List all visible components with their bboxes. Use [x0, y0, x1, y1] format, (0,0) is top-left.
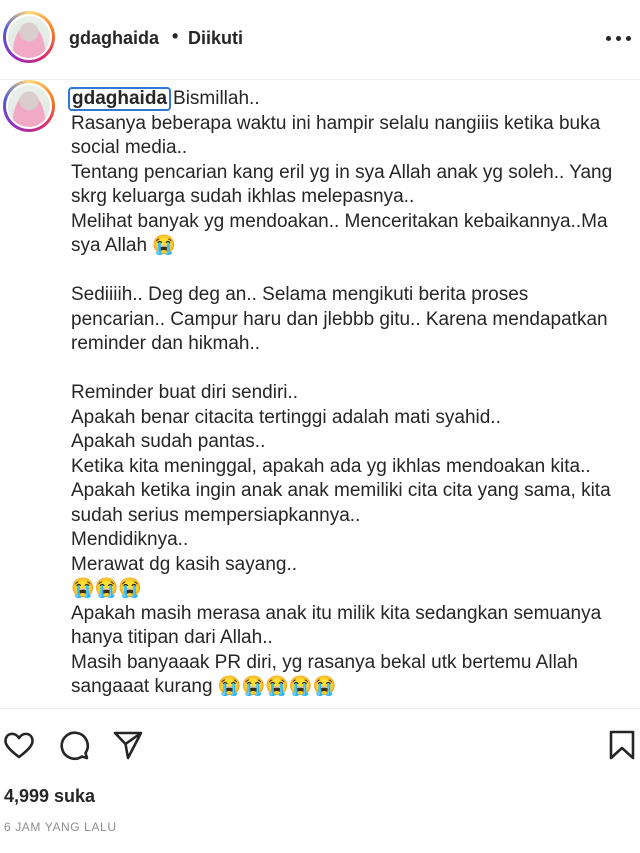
caption-line: Apakah sudah pantas.. [71, 431, 266, 452]
caption-line [71, 259, 631, 284]
caption-line: Apakah ketika ingin anak anak memiliki c… [71, 480, 611, 501]
caption-line: social media.. [71, 137, 188, 158]
caption-line: hanya titipan dari Allah.. [71, 627, 273, 648]
avatar-border [6, 83, 52, 129]
caption-line: Merawat dg kasih sayang.. [71, 553, 298, 575]
caption-line: reminder dan hikmah.. [71, 333, 261, 354]
caption-line: sangaaat kurang 😭😭😭😭😭 [71, 676, 337, 697]
caption-line: sudah serius mempersiapkannya.. [71, 504, 361, 526]
caption-body: Rasanya beberapa waktu ini hampir selalu… [71, 112, 631, 700]
post-timestamp: 6 JAM YANG LALU [4, 820, 117, 834]
caption-line: 😭😭😭 [71, 578, 142, 599]
separator-dot: • [172, 26, 179, 46]
post-header: gdaghaida • Diikuti [0, 0, 640, 80]
caption-line [71, 357, 631, 382]
caption-line: Tentang pencarian kang eril yg in sya Al… [71, 161, 613, 183]
heart-icon[interactable] [3, 729, 35, 761]
bookmark-icon[interactable] [606, 729, 638, 761]
caption-first-line: gdaghaida Bismillah.. [68, 87, 631, 112]
caption-line: Rasanya beberapa waktu ini hampir selalu… [71, 112, 601, 134]
follow-status[interactable]: Diikuti [188, 28, 243, 49]
more-horizontal-icon[interactable] [606, 36, 632, 44]
caption-username[interactable]: gdaghaida [68, 87, 172, 111]
caption-line: sya Allah 😭 [71, 235, 176, 256]
caption-line: Reminder buat diri sendiri.. [71, 382, 299, 403]
caption-line: Apakah masih merasa anak itu milik kita … [71, 602, 602, 624]
caption-line: pencarian.. Campur haru dan jlebbb gitu.… [71, 308, 608, 330]
caption-line: Sediiiih.. Deg deg an.. Selama mengikuti… [71, 284, 529, 305]
post-caption: gdaghaida Bismillah.. Rasanya beberapa wa… [68, 87, 631, 700]
header-username[interactable]: gdaghaida [69, 28, 159, 49]
caption-line: Apakah benar citacita tertinggi adalah m… [71, 406, 501, 428]
caption-first-text: Bismillah.. [173, 88, 260, 109]
likes-count[interactable]: 4,999 suka [4, 786, 95, 807]
comment-icon[interactable] [58, 729, 90, 761]
caption-avatar[interactable] [3, 80, 55, 132]
avatar-image [8, 85, 50, 127]
caption-line: Melihat banyak yg mendoakan.. Menceritak… [71, 210, 608, 232]
avatar-image [8, 16, 50, 58]
avatar-border [6, 14, 52, 60]
caption-line: skrg keluarga sudah ikhlas melepasnya.. [71, 186, 415, 207]
divider [0, 708, 640, 709]
send-icon[interactable] [112, 729, 144, 761]
caption-line: Mendidiknya.. [71, 529, 189, 550]
caption-line: Masih banyaaak PR diri, yg rasanya bekal… [71, 651, 578, 673]
caption-line: Ketika kita meninggal, apakah ada yg ikh… [71, 455, 591, 477]
profile-avatar[interactable] [3, 11, 55, 63]
